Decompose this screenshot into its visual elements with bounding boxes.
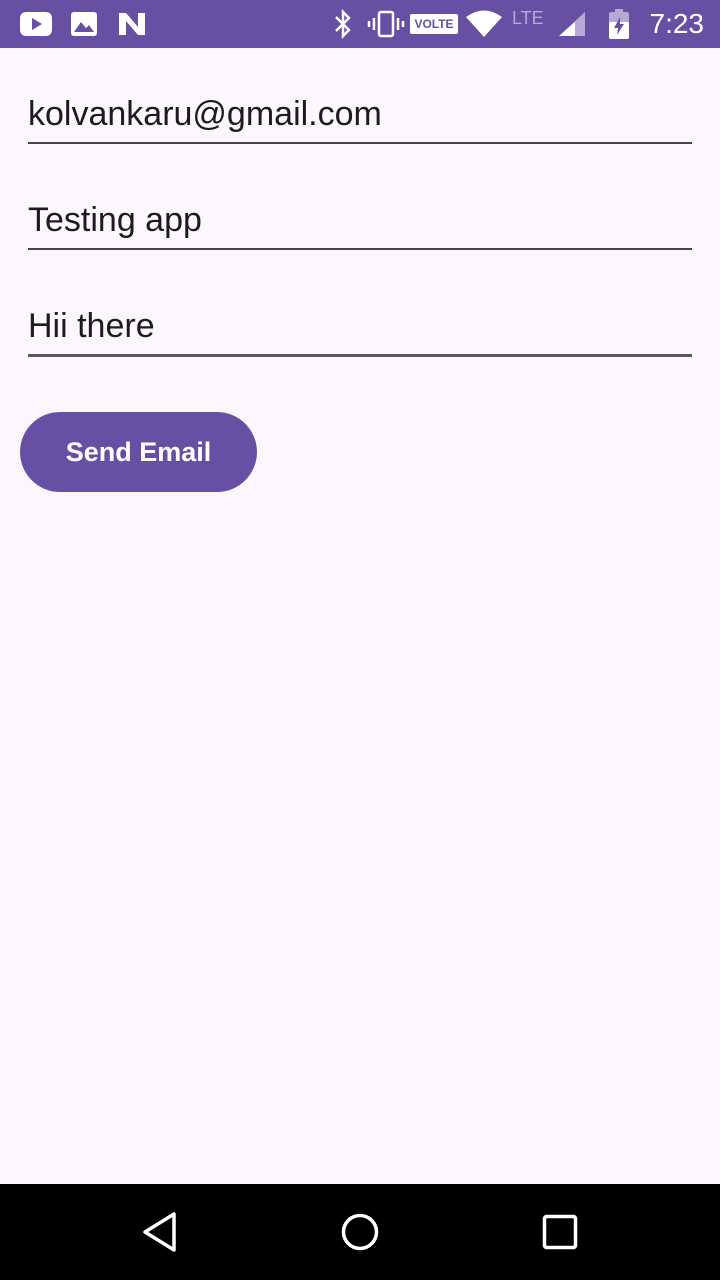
wifi-icon [464, 0, 504, 48]
to-email-value: kolvankaru@gmail.com [28, 95, 382, 133]
vibrate-icon [366, 0, 406, 48]
subject-field[interactable]: Testing app [28, 188, 692, 250]
network-type-label: LTE [512, 8, 544, 28]
youtube-icon [18, 0, 54, 48]
back-icon[interactable] [112, 1184, 208, 1280]
subject-value: Testing app [28, 201, 202, 239]
image-icon [68, 0, 100, 48]
navigation-bar [0, 1184, 720, 1280]
send-email-button[interactable]: Send Email [20, 412, 257, 492]
home-icon[interactable] [312, 1184, 408, 1280]
n-logo-icon [115, 0, 149, 48]
to-email-field[interactable]: kolvankaru@gmail.com [28, 82, 692, 144]
signal-icon [556, 0, 588, 48]
message-value: Hii there [28, 307, 155, 345]
recents-icon[interactable] [512, 1184, 608, 1280]
clock: 7:23 [649, 8, 705, 39]
volte-icon: VOLTE [410, 14, 458, 34]
status-bar: VOLTE LTE 7:23 [0, 0, 720, 48]
bluetooth-icon [330, 0, 356, 48]
message-field[interactable]: Hii there [28, 294, 692, 357]
battery-charging-icon [604, 0, 634, 48]
